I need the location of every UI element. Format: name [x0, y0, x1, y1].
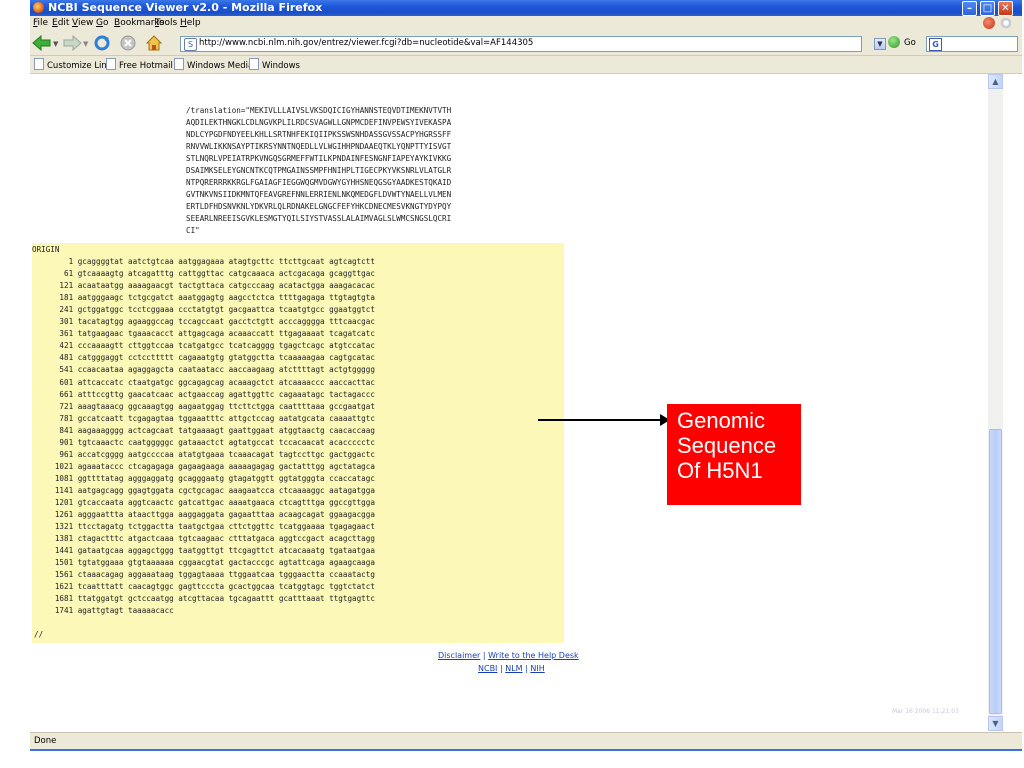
ncbi-link[interactable]: NCBI: [478, 664, 497, 673]
nlm-link[interactable]: NLM: [505, 664, 522, 673]
bookmark-free-hotmail[interactable]: Free Hotmail: [106, 58, 173, 71]
stop-icon[interactable]: [120, 35, 136, 51]
stop-loading-icon[interactable]: [983, 17, 995, 29]
page-icon: [249, 58, 259, 70]
bookmark-customize-links[interactable]: Customize Links: [34, 58, 116, 71]
google-search-icon[interactable]: G: [929, 38, 942, 51]
protein-translation: /translation="MEKIVLLLAIVSLVKSDQICIGYHAN…: [186, 106, 452, 236]
url-dropdown-icon[interactable]: ▼: [874, 38, 886, 50]
menu-go[interactable]: Go: [96, 18, 109, 28]
back-dropdown-icon[interactable]: ▼: [53, 40, 58, 48]
annotation-line: Genomic: [677, 408, 766, 433]
url-text[interactable]: http://www.ncbi.nlm.nih.gov/entrez/viewe…: [199, 38, 533, 48]
footer-separator: |: [499, 664, 503, 673]
page-icon: [34, 58, 44, 70]
menu-file[interactable]: File: [33, 18, 48, 28]
firefox-icon: [33, 2, 44, 13]
menu-help[interactable]: Help: [180, 18, 201, 28]
scroll-up-icon[interactable]: ▲: [988, 74, 1003, 89]
close-button[interactable]: ✕: [998, 1, 1013, 16]
status-text: Done: [34, 736, 57, 746]
bookmark-windows[interactable]: Windows: [249, 58, 300, 71]
annotation-arrow: [538, 419, 664, 421]
annotation-line: Of H5N1: [677, 458, 763, 483]
nucleotide-sequence: ORIGIN 1 gcaggggtat aatctgtcaa aatggagaa…: [32, 245, 375, 616]
scrollbar-thumb[interactable]: [989, 429, 1002, 714]
status-bar: Done: [30, 732, 1022, 750]
page-content: /translation="MEKIVLLLAIVSLVKSDQICIGYHAN…: [30, 74, 988, 731]
home-icon[interactable]: [146, 35, 162, 51]
menu-bar: File Edit View Go Bookmarks Tools Help: [30, 16, 1022, 31]
bookmarks-toolbar: Customize Links Free Hotmail Windows Med…: [30, 56, 1022, 74]
window-title: NCBI Sequence Viewer v2.0 - Mozilla Fire…: [48, 1, 323, 14]
footer-org-links: NCBI | NLM | NIH: [478, 664, 545, 673]
sequence-end-marker: //: [34, 630, 44, 639]
forward-icon[interactable]: [62, 35, 82, 51]
help-desk-link[interactable]: Write to the Help Desk: [488, 651, 579, 660]
bookmark-windows-media[interactable]: Windows Media: [174, 58, 253, 71]
page-icon: [174, 58, 184, 70]
menu-tools[interactable]: Tools: [155, 18, 177, 28]
maximize-button[interactable]: □: [980, 1, 995, 16]
footer-separator: |: [525, 664, 528, 673]
date-stamp: Mar 16 2006 11:21:03: [892, 708, 959, 715]
title-bar: NCBI Sequence Viewer v2.0 - Mozilla Fire…: [30, 0, 1022, 16]
scroll-down-icon[interactable]: ▼: [988, 716, 1003, 731]
throbber-icon: [1000, 17, 1012, 29]
menu-edit[interactable]: Edit: [52, 18, 69, 28]
page-icon: [106, 58, 116, 70]
reload-icon[interactable]: [94, 35, 110, 51]
minimize-button[interactable]: –: [962, 1, 977, 16]
annotation-label: Genomic Sequence Of H5N1: [667, 404, 801, 505]
vertical-scrollbar[interactable]: ▲ ▼: [988, 74, 1003, 731]
nih-link[interactable]: NIH: [530, 664, 544, 673]
back-icon[interactable]: [32, 35, 52, 51]
annotation-line: Sequence: [677, 433, 777, 458]
footer-separator: |: [482, 651, 486, 660]
taskbar-edge: [30, 749, 1022, 751]
go-button[interactable]: Go: [904, 38, 916, 48]
url-bar[interactable]: S http://www.ncbi.nlm.nih.gov/entrez/vie…: [180, 36, 862, 52]
page-icon: S: [184, 38, 197, 51]
navigation-toolbar: ▼ ▼ S http://www.ncbi.nlm.nih.gov/entrez…: [30, 31, 1022, 56]
footer-links: Disclaimer | Write to the Help Desk: [438, 651, 579, 660]
menu-view[interactable]: View: [72, 18, 93, 28]
search-input[interactable]: G: [926, 36, 1018, 52]
go-icon[interactable]: [888, 36, 900, 48]
disclaimer-link[interactable]: Disclaimer: [438, 651, 480, 660]
forward-dropdown-icon[interactable]: ▼: [83, 40, 88, 48]
